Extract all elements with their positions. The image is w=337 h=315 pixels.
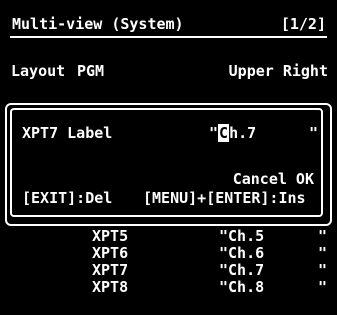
list-item-xpt7-value: "Ch.7 xyxy=(219,261,265,279)
list-item-xpt5-value: "Ch.5 xyxy=(219,227,265,245)
list-item-xpt8-label[interactable]: XPT8 xyxy=(92,278,128,296)
list-item-xpt6-value: "Ch.6 xyxy=(219,244,265,262)
list-item-xpt8-close-quote: " xyxy=(318,278,328,296)
layout-value: PGM xyxy=(77,62,105,80)
layout-position: Upper Right xyxy=(228,62,328,80)
label-open-quote: " xyxy=(209,124,219,142)
header-divider xyxy=(10,36,327,38)
delete-hint: [EXIT]:Del xyxy=(22,189,113,207)
list-item-xpt6-close-quote: " xyxy=(318,244,328,262)
insert-hint: [MENU]+[ENTER]:Ins xyxy=(143,189,306,207)
label-text-input[interactable]: "Ch.7 xyxy=(209,124,256,142)
list-item-xpt7-close-quote: " xyxy=(318,261,328,279)
text-cursor[interactable]: C xyxy=(218,124,230,142)
list-item-xpt8-value: "Ch.8 xyxy=(219,278,265,296)
list-item-xpt7-label[interactable]: XPT7 xyxy=(92,261,128,279)
list-item-xpt5-close-quote: " xyxy=(318,227,328,245)
list-item-xpt5-label[interactable]: XPT5 xyxy=(92,227,128,245)
label-text-rest: h.7 xyxy=(229,124,257,142)
list-item-xpt6-label[interactable]: XPT6 xyxy=(92,244,128,262)
multiview-system-screen: Multi-view (System) [1/2] Layout PGM Upp… xyxy=(0,0,337,315)
label-close-quote: " xyxy=(309,124,319,142)
menu-title: Multi-view (System) xyxy=(12,15,184,33)
page-indicator: [1/2] xyxy=(280,15,326,33)
dialog-field-label: XPT7 Label xyxy=(22,124,113,142)
layout-label: Layout xyxy=(11,62,66,80)
cancel-ok-options[interactable]: Cancel OK xyxy=(233,170,314,188)
